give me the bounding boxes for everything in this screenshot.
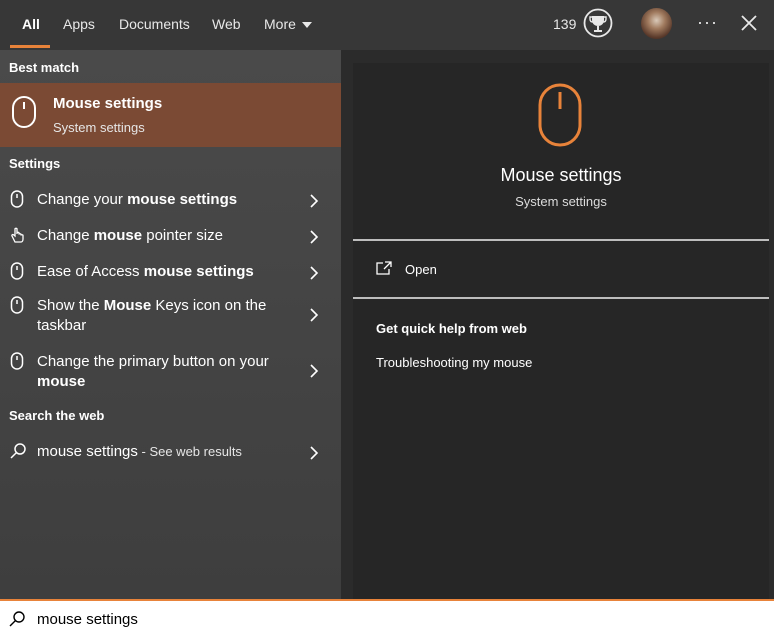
label-highlight: Mouse [103, 297, 152, 314]
settings-item-label: Change your mouse settings [37, 190, 287, 210]
search-input[interactable] [37, 607, 737, 631]
more-options-icon[interactable]: ··· [697, 0, 718, 44]
quick-help-heading: Get quick help from web [376, 321, 527, 336]
best-match-title: Mouse settings [53, 95, 163, 112]
settings-item-pointer-size[interactable]: Change mouse pointer size [0, 220, 341, 254]
search-bar [0, 599, 774, 634]
chevron-right-icon [310, 266, 319, 280]
top-bar: All Apps Documents Web More 139 ··· [0, 0, 774, 50]
best-match-item[interactable]: Mouse settings System settings [0, 83, 341, 147]
mouse-icon [10, 352, 24, 370]
web-search-query: mouse settings [37, 443, 138, 460]
tab-documents[interactable]: Documents [119, 0, 190, 50]
tab-apps[interactable]: Apps [63, 0, 95, 50]
settings-item-label: Ease of Access mouse settings [37, 262, 287, 282]
mouse-icon [538, 83, 582, 147]
close-icon[interactable] [739, 12, 759, 34]
rewards-points[interactable]: 139 [553, 0, 576, 48]
mouse-icon [10, 296, 24, 314]
tab-more[interactable]: More [264, 0, 312, 50]
settings-item-label: Change mouse pointer size [37, 226, 287, 246]
divider [353, 297, 769, 299]
chevron-right-icon [310, 364, 319, 378]
label-highlight: mouse [93, 227, 143, 244]
chevron-right-icon [310, 194, 319, 208]
results-panel: Best match Mouse settings System setting… [0, 50, 341, 599]
best-match-subtitle: System settings [53, 120, 145, 135]
label-text: Change the primary button on your [37, 353, 269, 370]
trophy-icon[interactable] [583, 8, 613, 38]
settings-item-ease-of-access[interactable]: Ease of Access mouse settings [0, 256, 341, 290]
best-match-heading: Best match [9, 60, 80, 75]
chevron-down-icon [301, 22, 312, 29]
tab-web[interactable]: Web [212, 0, 241, 50]
tab-more-label: More [264, 16, 296, 32]
open-label: Open [405, 262, 437, 277]
label-text: pointer size [142, 227, 223, 244]
label-text: Change your [37, 191, 128, 208]
chevron-right-icon [310, 446, 319, 460]
label-text: Ease of Access [37, 263, 144, 280]
preview-title: Mouse settings [500, 165, 622, 185]
chevron-right-icon [310, 230, 319, 244]
help-link-troubleshooting[interactable]: Troubleshooting my mouse [376, 355, 532, 370]
preview-subtitle: System settings [515, 194, 607, 209]
label-highlight: mouse settings [127, 191, 238, 208]
search-web-heading: Search the web [9, 408, 105, 423]
web-search-label: mouse settings - See web results [37, 442, 287, 462]
settings-heading: Settings [9, 156, 61, 171]
mouse-icon [10, 190, 24, 208]
preview-pane: Mouse settings System settings Open Get … [353, 63, 769, 599]
open-external-icon [376, 261, 392, 275]
web-search-item[interactable]: mouse settings - See web results [0, 436, 341, 470]
label-text: Show the [37, 297, 104, 314]
mouse-icon [10, 262, 24, 280]
settings-item-label: Change the primary button on your mouse [37, 352, 287, 392]
settings-item-change-mouse-settings[interactable]: Change your mouse settings [0, 184, 341, 218]
search-icon [10, 443, 26, 459]
settings-item-primary-button[interactable]: Change the primary button on your mouse [0, 348, 341, 402]
avatar[interactable] [641, 8, 672, 39]
tab-all[interactable]: All [22, 0, 40, 50]
web-search-suffix: - See web results [137, 444, 242, 459]
search-icon [9, 611, 25, 627]
mouse-icon [12, 96, 36, 128]
label-highlight: mouse settings [143, 263, 254, 280]
divider [353, 239, 769, 241]
pointer-hand-icon [11, 227, 24, 243]
chevron-right-icon [310, 308, 319, 322]
label-text: Change [37, 227, 94, 244]
active-tab-indicator [10, 45, 50, 48]
settings-item-label: Show the Mouse Keys icon on the taskbar [37, 296, 287, 336]
label-highlight: mouse [37, 373, 86, 390]
settings-item-mouse-keys[interactable]: Show the Mouse Keys icon on the taskbar [0, 292, 341, 346]
